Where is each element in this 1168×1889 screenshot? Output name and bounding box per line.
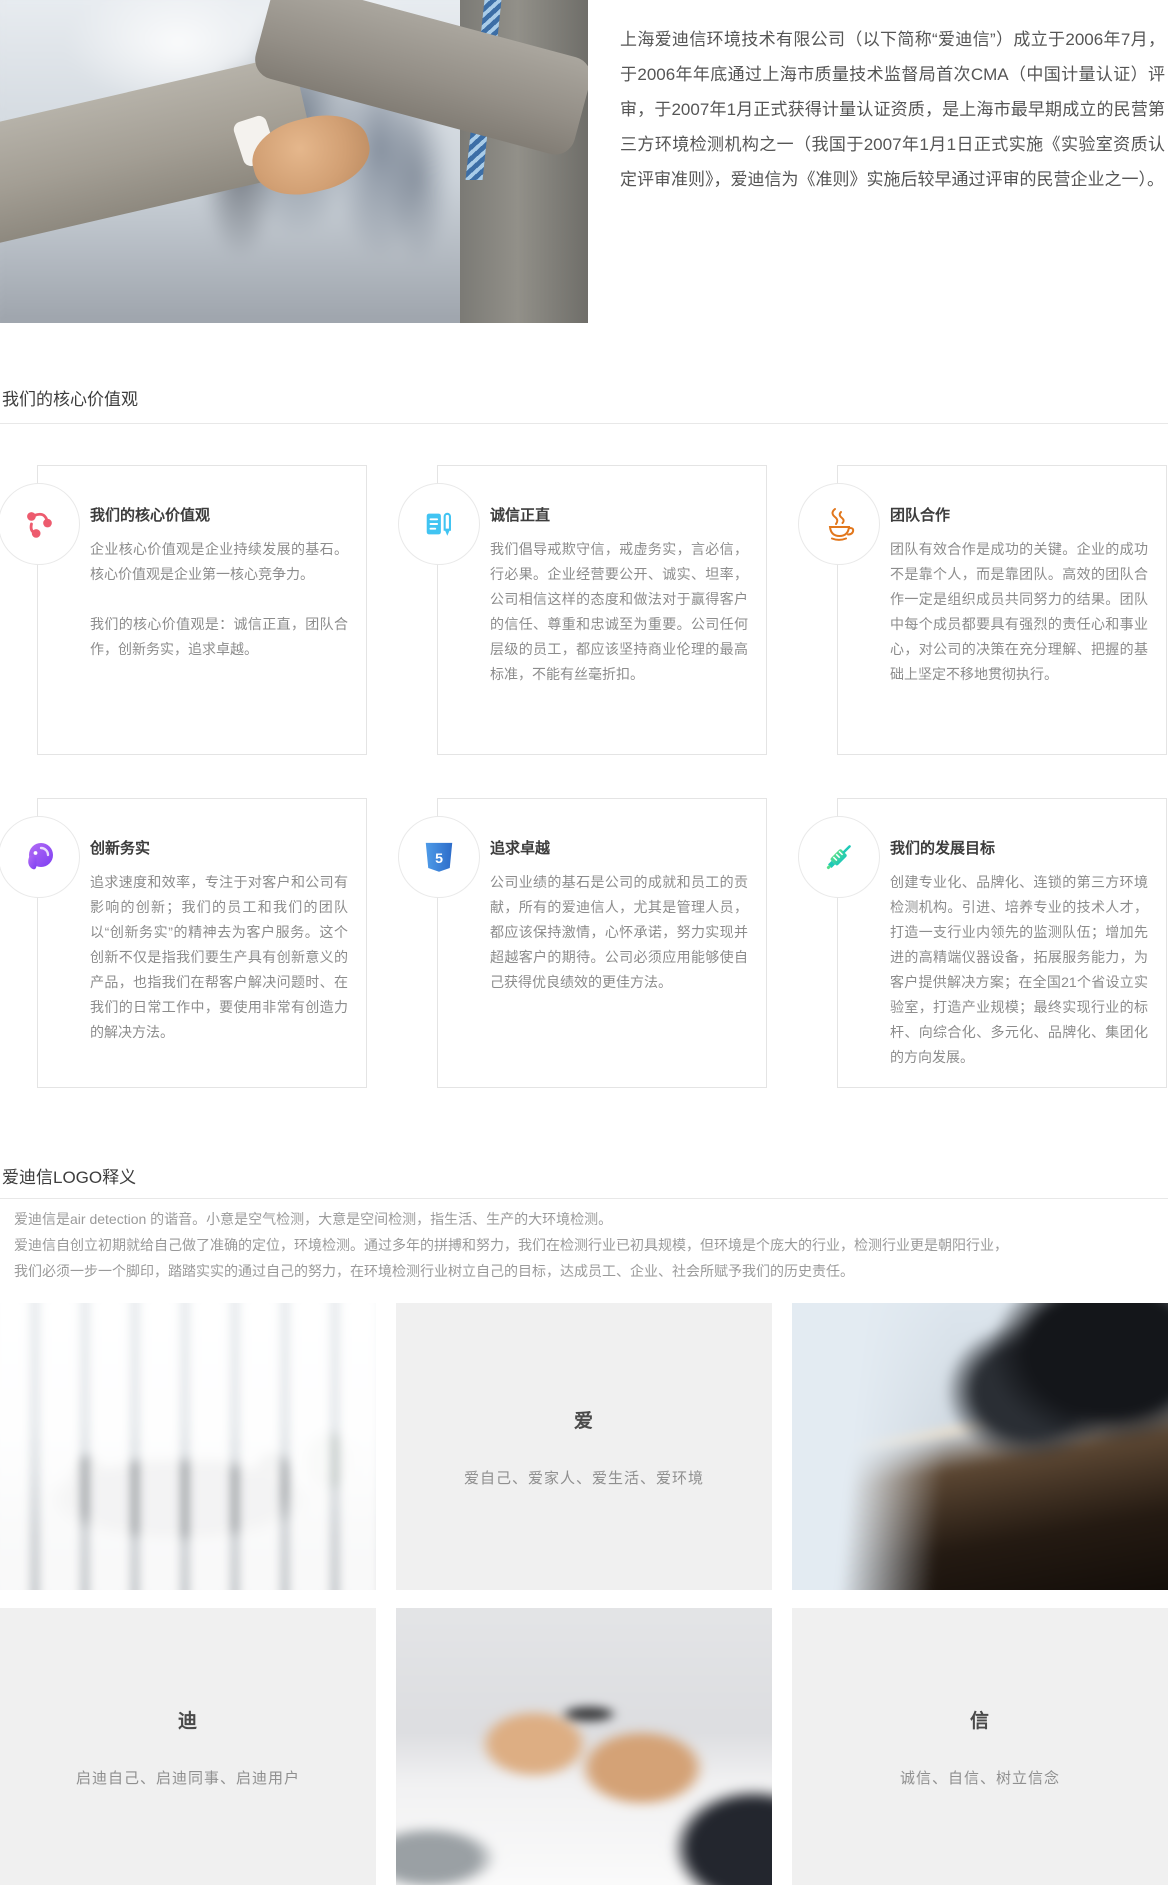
value-card: 我们的核心价值观 企业核心价值观是企业持续发展的基石。核心价值观是企业第一核心竞… <box>37 465 367 755</box>
card-paragraph: 我们的核心价值观是：诚信正直，团队合作，创新务实，追求卓越。 <box>90 612 348 662</box>
value-card: 诚信正直 我们倡导戒欺守信，戒虚务实，言必信，行必果。企业经营要公开、诚实、坦率… <box>437 465 767 755</box>
card-paragraph: 公司业绩的基石是公司的成就和员工的贡献，所有的爱迪信人，尤其是管理人员，都应该保… <box>490 870 748 995</box>
business-hands-photo <box>396 1608 772 1885</box>
handshake-photo <box>0 0 588 323</box>
elephant-icon <box>21 839 57 875</box>
card-title: 我们的核心价值观 <box>90 504 348 525</box>
card-body: 创建专业化、品牌化、连锁的第三方环境检测机构。引进、培养专业的技术人才，打造一支… <box>890 870 1148 1070</box>
logo-block-di: 迪 启迪自己、启迪同事、启迪用户 <box>0 1608 376 1885</box>
value-card: 我们的发展目标 创建专业化、品牌化、连锁的第三方环境检测机构。引进、培养专业的技… <box>837 798 1167 1088</box>
logo-block-xin: 信 诚信、自信、树立信念 <box>792 1608 1168 1885</box>
value-card: 团队合作 团队有效合作是成功的关键。企业的成功不是靠个人，而是靠团队。高效的团队… <box>837 465 1167 755</box>
syringe-icon <box>821 839 857 875</box>
logo-block-ai: 爱 爱自己、爱家人、爱生活、爱环境 <box>396 1303 772 1590</box>
photo-background-layer <box>396 1608 772 1885</box>
logo-char: 信 <box>970 1706 990 1733</box>
card-title: 创新务实 <box>90 837 348 858</box>
card-paragraph: 团队有效合作是成功的关键。企业的成功不是靠个人，而是靠团队。高效的团队合作一定是… <box>890 537 1148 687</box>
document-pencil-icon <box>422 507 456 541</box>
card-title: 团队合作 <box>890 504 1148 525</box>
card-body: 我们倡导戒欺守信，戒虚务实，言必信，行必果。企业经营要公开、诚实、坦率，公司相信… <box>490 537 748 687</box>
card-title: 诚信正直 <box>490 504 748 525</box>
java-cup-icon <box>821 506 857 542</box>
share-icon <box>22 507 56 541</box>
card-icon-circle <box>798 483 880 565</box>
card-paragraph: 追求速度和效率，专注于对客户和公司有影响的创新；我们的员工和我们的团队以“创新务… <box>90 870 348 1045</box>
photo-background-layer <box>792 1303 1168 1590</box>
card-icon-circle <box>798 816 880 898</box>
meeting-room-photo <box>0 1303 376 1590</box>
card-title: 追求卓越 <box>490 837 748 858</box>
card-title: 我们的发展目标 <box>890 837 1148 858</box>
svg-text:5: 5 <box>435 851 443 867</box>
photo-background-layer <box>0 1303 376 1590</box>
card-body: 追求速度和效率，专注于对客户和公司有影响的创新；我们的员工和我们的团队以“创新务… <box>90 870 348 1045</box>
card-paragraph: 创建专业化、品牌化、连锁的第三方环境检测机构。引进、培养专业的技术人才，打造一支… <box>890 870 1148 1070</box>
card-body: 企业核心价值观是企业持续发展的基石。核心价值观是企业第一核心竞争力。我们的核心价… <box>90 537 348 662</box>
card-body: 团队有效合作是成功的关键。企业的成功不是靠个人，而是靠团队。高效的团队合作一定是… <box>890 537 1148 687</box>
card-icon-circle <box>398 483 480 565</box>
shield-5-icon: 5 <box>422 840 456 874</box>
logo-char: 迪 <box>178 1706 198 1733</box>
card-body: 公司业绩的基石是公司的成就和员工的贡献，所有的爱迪信人，尤其是管理人员，都应该保… <box>490 870 748 995</box>
logo-description-line: 爱迪信自创立初期就给自己做了准确的定位，环境检测。通过多年的拼搏和努力，我们在检… <box>14 1232 1164 1258</box>
about-page: { "about": { "paragraph": "上海爱迪信环境技术有限公司… <box>0 0 1168 1889</box>
logo-char-description: 启迪自己、启迪同事、启迪用户 <box>76 1767 300 1788</box>
card-icon-circle: 5 <box>398 816 480 898</box>
card-icon-circle <box>0 483 80 565</box>
logo-description: 爱迪信是air detection 的谐音。小意是空气检测，大意是空间检测，指生… <box>14 1206 1164 1284</box>
card-paragraph: 我们倡导戒欺守信，戒虚务实，言必信，行必果。企业经营要公开、诚实、坦率，公司相信… <box>490 537 748 687</box>
card-paragraph: 企业核心价值观是企业持续发展的基石。核心价值观是企业第一核心竞争力。 <box>90 537 348 587</box>
logo-char-description: 诚信、自信、树立信念 <box>900 1767 1060 1788</box>
logo-description-line: 爱迪信是air detection 的谐音。小意是空气检测，大意是空间检测，指生… <box>14 1206 1164 1232</box>
logo-char: 爱 <box>574 1406 594 1433</box>
logo-section-title: 爱迪信LOGO释义 <box>2 1163 136 1188</box>
value-card: 创新务实 追求速度和效率，专注于对客户和公司有影响的创新；我们的员工和我们的团队… <box>37 798 367 1088</box>
section-divider <box>0 1198 1168 1199</box>
value-card: 5 追求卓越 公司业绩的基石是公司的成就和员工的贡献，所有的爱迪信人，尤其是管理… <box>437 798 767 1088</box>
logo-char-description: 爱自己、爱家人、爱生活、爱环境 <box>464 1467 704 1488</box>
logo-description-line: 我们必须一步一个脚印，踏踏实实的通过自己的努力，在环境检测行业树立自己的目标，达… <box>14 1258 1164 1284</box>
company-intro-paragraph: 上海爱迪信环境技术有限公司（以下简称“爱迪信”）成立于2006年7月，于2006… <box>620 22 1165 197</box>
conference-table-photo <box>792 1303 1168 1590</box>
values-section-title: 我们的核心价值观 <box>2 385 138 410</box>
card-icon-circle <box>0 816 80 898</box>
section-divider <box>0 423 1168 424</box>
